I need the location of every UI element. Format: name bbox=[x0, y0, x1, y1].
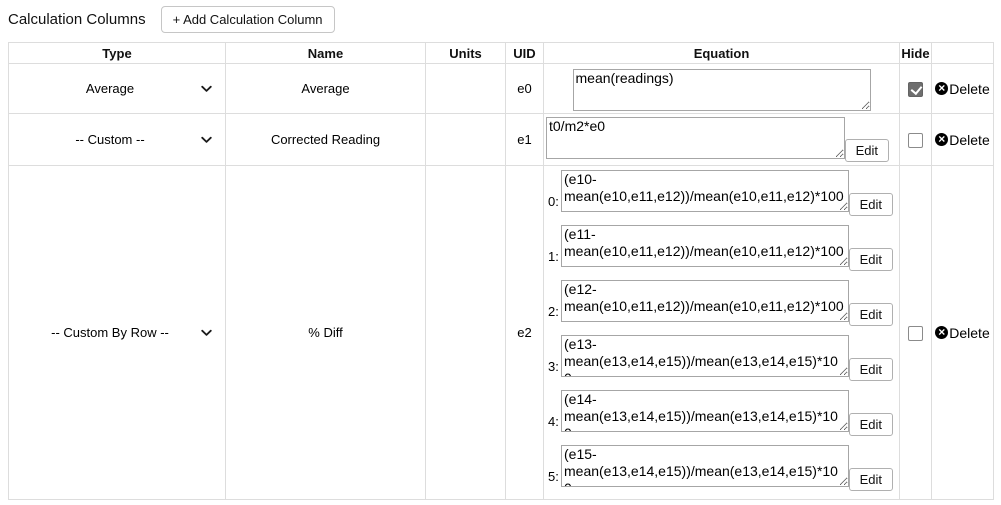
column-header-units: Units bbox=[426, 43, 506, 64]
equation-cell: 0: (e10-mean(e10,e11,e12))/mean(e10,e11,… bbox=[544, 166, 900, 500]
calculation-columns-header: Calculation Columns + Add Calculation Co… bbox=[0, 0, 1001, 42]
type-cell: -- Custom By Row -- bbox=[9, 166, 226, 500]
delete-button[interactable]: Delete bbox=[935, 325, 989, 341]
circle-x-icon bbox=[935, 133, 948, 146]
row-equations-list: 0: (e10-mean(e10,e11,e12))/mean(e10,e11,… bbox=[544, 166, 899, 499]
uid-cell: e2 bbox=[506, 166, 544, 500]
units-cell bbox=[426, 64, 506, 114]
row-index-label: 3: bbox=[548, 359, 559, 374]
type-cell: Average bbox=[9, 64, 226, 114]
column-header-uid: UID bbox=[506, 43, 544, 64]
column-header-type: Type bbox=[9, 43, 226, 64]
circle-x-icon bbox=[935, 82, 948, 95]
row-index-label: 1: bbox=[548, 249, 559, 264]
edit-equation-button[interactable]: Edit bbox=[849, 358, 893, 381]
type-select-wrap: Average bbox=[15, 79, 219, 98]
row-equation-item: 4: (e14-mean(e13,e14,e15))/mean(e13,e14,… bbox=[546, 390, 897, 432]
delete-button-label: Delete bbox=[949, 325, 989, 341]
type-select-wrap: -- Custom By Row -- bbox=[15, 323, 219, 342]
type-select[interactable]: -- Custom By Row -- bbox=[15, 323, 219, 342]
hide-cell bbox=[900, 166, 932, 500]
row-equation-item: 0: (e10-mean(e10,e11,e12))/mean(e10,e11,… bbox=[546, 170, 897, 212]
add-calculation-column-button[interactable]: + Add Calculation Column bbox=[161, 6, 335, 33]
edit-equation-button[interactable]: Edit bbox=[849, 303, 893, 326]
hide-checkbox[interactable] bbox=[908, 326, 923, 341]
equation-input[interactable]: (e15-mean(e13,e14,e15))/mean(e13,e14,e15… bbox=[561, 445, 849, 487]
hide-cell bbox=[900, 64, 932, 114]
units-cell bbox=[426, 114, 506, 166]
hide-checkbox[interactable] bbox=[908, 133, 923, 148]
edit-equation-button[interactable]: Edit bbox=[849, 248, 893, 271]
actions-cell: Delete bbox=[932, 114, 994, 166]
equation-input[interactable]: mean(readings) bbox=[573, 69, 871, 111]
column-header-actions bbox=[932, 43, 994, 64]
hide-cell bbox=[900, 114, 932, 166]
row-equation-item: 5: (e15-mean(e13,e14,e15))/mean(e13,e14,… bbox=[546, 445, 897, 487]
uid-cell: e1 bbox=[506, 114, 544, 166]
name-cell: % Diff bbox=[226, 166, 426, 500]
delete-button-label: Delete bbox=[949, 132, 989, 148]
units-cell bbox=[426, 166, 506, 500]
hide-checkbox[interactable] bbox=[908, 82, 923, 97]
row-index-label: 5: bbox=[548, 469, 559, 484]
equation-input[interactable]: (e11-mean(e10,e11,e12))/mean(e10,e11,e12… bbox=[561, 225, 849, 267]
actions-cell: Delete bbox=[932, 64, 994, 114]
equation-input[interactable]: t0/m2*e0 bbox=[546, 117, 845, 159]
uid-cell: e0 bbox=[506, 64, 544, 114]
delete-button[interactable]: Delete bbox=[935, 132, 989, 148]
equation-input[interactable]: (e13-mean(e13,e14,e15))/mean(e13,e14,e15… bbox=[561, 335, 849, 377]
column-header-name: Name bbox=[226, 43, 426, 64]
row-index-label: 4: bbox=[548, 414, 559, 429]
edit-equation-button[interactable]: Edit bbox=[849, 468, 893, 491]
name-cell: Corrected Reading bbox=[226, 114, 426, 166]
type-select[interactable]: Average bbox=[15, 79, 219, 98]
edit-equation-button[interactable]: Edit bbox=[849, 413, 893, 436]
row-equation-item: 1: (e11-mean(e10,e11,e12))/mean(e10,e11,… bbox=[546, 225, 897, 267]
column-header-hide: Hide bbox=[900, 43, 932, 64]
row-index-label: 2: bbox=[548, 304, 559, 319]
equation-input[interactable]: (e12-mean(e10,e11,e12))/mean(e10,e11,e12… bbox=[561, 280, 849, 322]
table-row-custom-by-row: -- Custom By Row -- % Diff e2 0: (e10-me… bbox=[9, 166, 994, 500]
table-header-row: Type Name Units UID Equation Hide bbox=[9, 43, 994, 64]
type-select[interactable]: -- Custom -- bbox=[15, 130, 219, 149]
table-row-average: Average Average e0 mean(readings) bbox=[9, 64, 994, 114]
equation-cell: t0/m2*e0 Edit bbox=[544, 114, 900, 166]
equation-input[interactable]: (e10-mean(e10,e11,e12))/mean(e10,e11,e12… bbox=[561, 170, 849, 212]
edit-equation-button[interactable]: Edit bbox=[845, 139, 889, 162]
equation-cell: mean(readings) bbox=[544, 64, 900, 114]
page-title: Calculation Columns bbox=[8, 11, 146, 28]
delete-button[interactable]: Delete bbox=[935, 81, 989, 97]
actions-cell: Delete bbox=[932, 166, 994, 500]
edit-equation-button[interactable]: Edit bbox=[849, 193, 893, 216]
type-select-wrap: -- Custom -- bbox=[15, 130, 219, 149]
name-cell: Average bbox=[226, 64, 426, 114]
column-header-equation: Equation bbox=[544, 43, 900, 64]
equation-input[interactable]: (e14-mean(e13,e14,e15))/mean(e13,e14,e15… bbox=[561, 390, 849, 432]
calculation-columns-table: Type Name Units UID Equation Hide Averag… bbox=[8, 42, 994, 500]
row-index-label: 0: bbox=[548, 194, 559, 209]
row-equation-item: 2: (e12-mean(e10,e11,e12))/mean(e10,e11,… bbox=[546, 280, 897, 322]
table-row-custom: -- Custom -- Corrected Reading e1 t0/m2*… bbox=[9, 114, 994, 166]
type-cell: -- Custom -- bbox=[9, 114, 226, 166]
circle-x-icon bbox=[935, 326, 948, 339]
row-equation-item: 3: (e13-mean(e13,e14,e15))/mean(e13,e14,… bbox=[546, 335, 897, 377]
delete-button-label: Delete bbox=[949, 81, 989, 97]
